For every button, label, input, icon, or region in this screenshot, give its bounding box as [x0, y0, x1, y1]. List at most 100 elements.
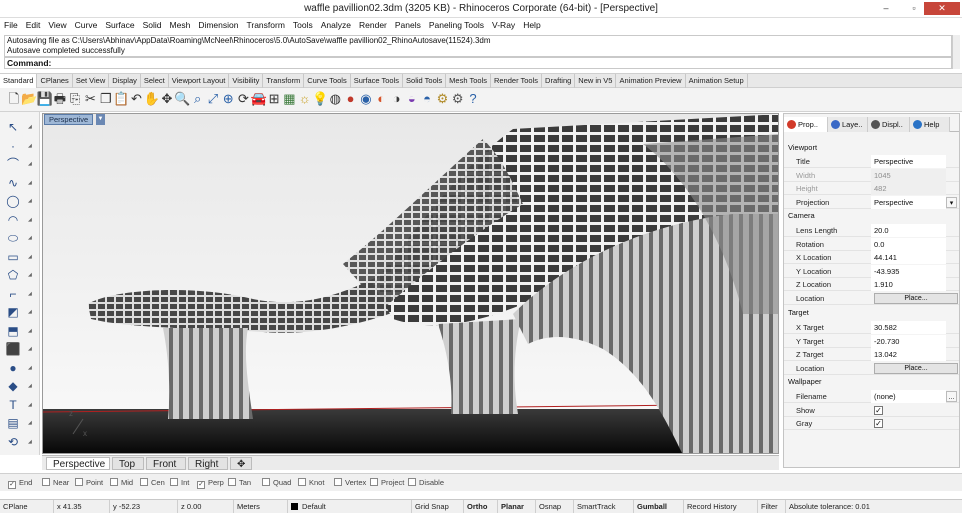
units-status[interactable]: Meters [234, 500, 288, 513]
toolbar-tab-drafting[interactable]: Drafting [542, 74, 576, 88]
car-icon[interactable]: 🚘 [251, 91, 267, 107]
ghosted-icon[interactable]: ◑ [389, 91, 405, 107]
material-icon[interactable]: ◓ [419, 91, 435, 107]
undo-icon[interactable]: ↶ [128, 91, 144, 107]
panel-tab-displ[interactable]: Displ.. [868, 117, 910, 132]
extrude-icon[interactable]: ⬒ [4, 322, 22, 340]
layer-status[interactable]: Default [288, 500, 412, 513]
rectangle-icon[interactable]: ▭ [4, 248, 22, 266]
osnap-checkbox[interactable] [42, 478, 50, 486]
toolbar-tab-curve-tools[interactable]: Curve Tools [304, 74, 351, 88]
menu-item-v-ray[interactable]: V-Ray [488, 18, 519, 32]
grid-snap-toggle[interactable]: Grid Snap [412, 500, 464, 513]
osnap-checkbox[interactable] [370, 478, 378, 486]
fillet-icon[interactable]: ⌐ [4, 285, 22, 303]
history-scrollbar[interactable] [952, 35, 960, 69]
osnap-checkbox[interactable] [228, 478, 236, 486]
panel-tab-prop[interactable]: Prop.. [784, 117, 828, 132]
property-value[interactable]: 1.910 [871, 278, 946, 291]
view-tab-perspective[interactable]: Perspective [46, 457, 110, 470]
curve-icon[interactable]: ∿ [4, 174, 22, 192]
osnap-checkbox[interactable] [298, 478, 306, 486]
osnap-checkbox[interactable] [110, 478, 118, 486]
property-value[interactable]: -20.730 [871, 334, 946, 348]
select-arrow-flyout-arrow-icon[interactable]: ◢ [28, 124, 32, 130]
perspective-viewport[interactable]: z x [42, 113, 779, 454]
toolbar-tab-cplanes[interactable]: CPlanes [37, 74, 73, 88]
property-value[interactable]: 0.0 [871, 237, 946, 251]
text-icon[interactable]: T [4, 396, 22, 414]
osnap-checkbox[interactable]: ✓ [8, 481, 16, 489]
osnap-checkbox[interactable]: ✓ [197, 481, 205, 489]
cplane-status[interactable]: CPlane [0, 500, 54, 513]
shaded-icon[interactable]: ● [343, 91, 359, 107]
osnap-checkbox[interactable] [334, 478, 342, 486]
toolbar-tab-select[interactable]: Select [141, 74, 169, 88]
menu-item-render[interactable]: Render [355, 18, 391, 32]
menu-item-curve[interactable]: Curve [71, 18, 102, 32]
ortho-toggle[interactable]: Ortho [464, 500, 498, 513]
osnap-mid[interactable]: Mid [110, 478, 133, 488]
solid-box-flyout-arrow-icon[interactable]: ◢ [28, 346, 32, 352]
property-value[interactable]: -43.935 [871, 264, 946, 278]
select-arrow-icon[interactable]: ↖ [4, 118, 22, 136]
mesh-icon[interactable]: ◆ [4, 377, 22, 395]
toolbar-tab-animation-setup[interactable]: Animation Setup [686, 74, 748, 88]
grid-icon[interactable]: ▦ [281, 91, 297, 107]
wire-icon[interactable]: ◍ [327, 91, 343, 107]
menu-item-view[interactable]: View [44, 18, 70, 32]
osnap-checkbox[interactable] [140, 478, 148, 486]
import-icon[interactable]: ⎘ [67, 91, 83, 107]
menu-item-transform[interactable]: Transform [242, 18, 288, 32]
paste-icon[interactable]: 📋 [113, 91, 129, 107]
polygon-icon[interactable]: ⬠ [4, 266, 22, 284]
ellipse-flyout-arrow-icon[interactable]: ◢ [28, 235, 32, 241]
lights-icon[interactable]: ☼ [297, 91, 313, 107]
osnap-checkbox[interactable] [408, 478, 416, 486]
bulb-icon[interactable]: 💡 [312, 91, 328, 107]
record-history-toggle[interactable]: Record History [684, 500, 758, 513]
menu-item-paneling-tools[interactable]: Paneling Tools [425, 18, 488, 32]
menu-item-solid[interactable]: Solid [139, 18, 166, 32]
circle-flyout-arrow-icon[interactable]: ◢ [28, 198, 32, 204]
show-checkbox[interactable]: ✓ [874, 405, 883, 415]
gray-checkbox[interactable]: ✓ [874, 419, 883, 428]
ellipse-icon[interactable]: ⬭ [4, 229, 22, 247]
property-value[interactable]: Perspective [871, 195, 946, 209]
sphere-flyout-arrow-icon[interactable]: ◢ [28, 365, 32, 371]
osnap-point[interactable]: Point [75, 478, 103, 488]
zoom-extents-icon[interactable]: ⤢ [205, 91, 221, 107]
view-tab-front[interactable]: Front [146, 457, 186, 470]
browse-button[interactable]: ... [946, 391, 957, 402]
menu-item-analyze[interactable]: Analyze [317, 18, 355, 32]
toolbar-tab-set-view[interactable]: Set View [73, 74, 110, 88]
surface-icon[interactable]: ◩ [4, 303, 22, 321]
toolbar-tab-standard[interactable]: Standard [0, 74, 38, 88]
rotate-view-icon[interactable]: ⟳ [236, 91, 252, 107]
view-tab-top[interactable]: Top [112, 457, 144, 470]
smarttrack-toggle[interactable]: SmartTrack [574, 500, 634, 513]
menu-item-mesh[interactable]: Mesh [166, 18, 195, 32]
toolbar-tab-surface-tools[interactable]: Surface Tools [351, 74, 404, 88]
place-button[interactable]: Place... [874, 292, 958, 304]
new-file-icon[interactable]: 🗋 [6, 91, 22, 107]
pan-icon[interactable]: ✋ [144, 91, 160, 107]
osnap-vertex[interactable]: Vertex [334, 478, 366, 488]
fillet-flyout-arrow-icon[interactable]: ◢ [28, 291, 32, 297]
arc-flyout-arrow-icon[interactable]: ◢ [28, 217, 32, 223]
toolbar-tab-animation-preview[interactable]: Animation Preview [616, 74, 686, 88]
panel-tab-help[interactable]: Help [910, 117, 950, 132]
sphere-icon[interactable]: ● [4, 359, 22, 377]
filter-toggle[interactable]: Filter [758, 500, 786, 513]
property-value[interactable]: 20.0 [871, 224, 946, 237]
menu-item-surface[interactable]: Surface [101, 18, 138, 32]
osnap-checkbox[interactable] [262, 478, 270, 486]
move-icon[interactable]: ✥ [159, 91, 175, 107]
menu-item-panels[interactable]: Panels [391, 18, 425, 32]
osnap-project[interactable]: Project [370, 478, 404, 488]
transform-flyout-arrow-icon[interactable]: ◢ [28, 439, 32, 445]
osnap-knot[interactable]: Knot [298, 478, 324, 488]
print-icon[interactable]: 🖶 [52, 91, 68, 107]
viewport-menu-arrow-icon[interactable]: ▼ [96, 114, 105, 125]
cplane-icon[interactable]: ▤ [4, 414, 22, 432]
